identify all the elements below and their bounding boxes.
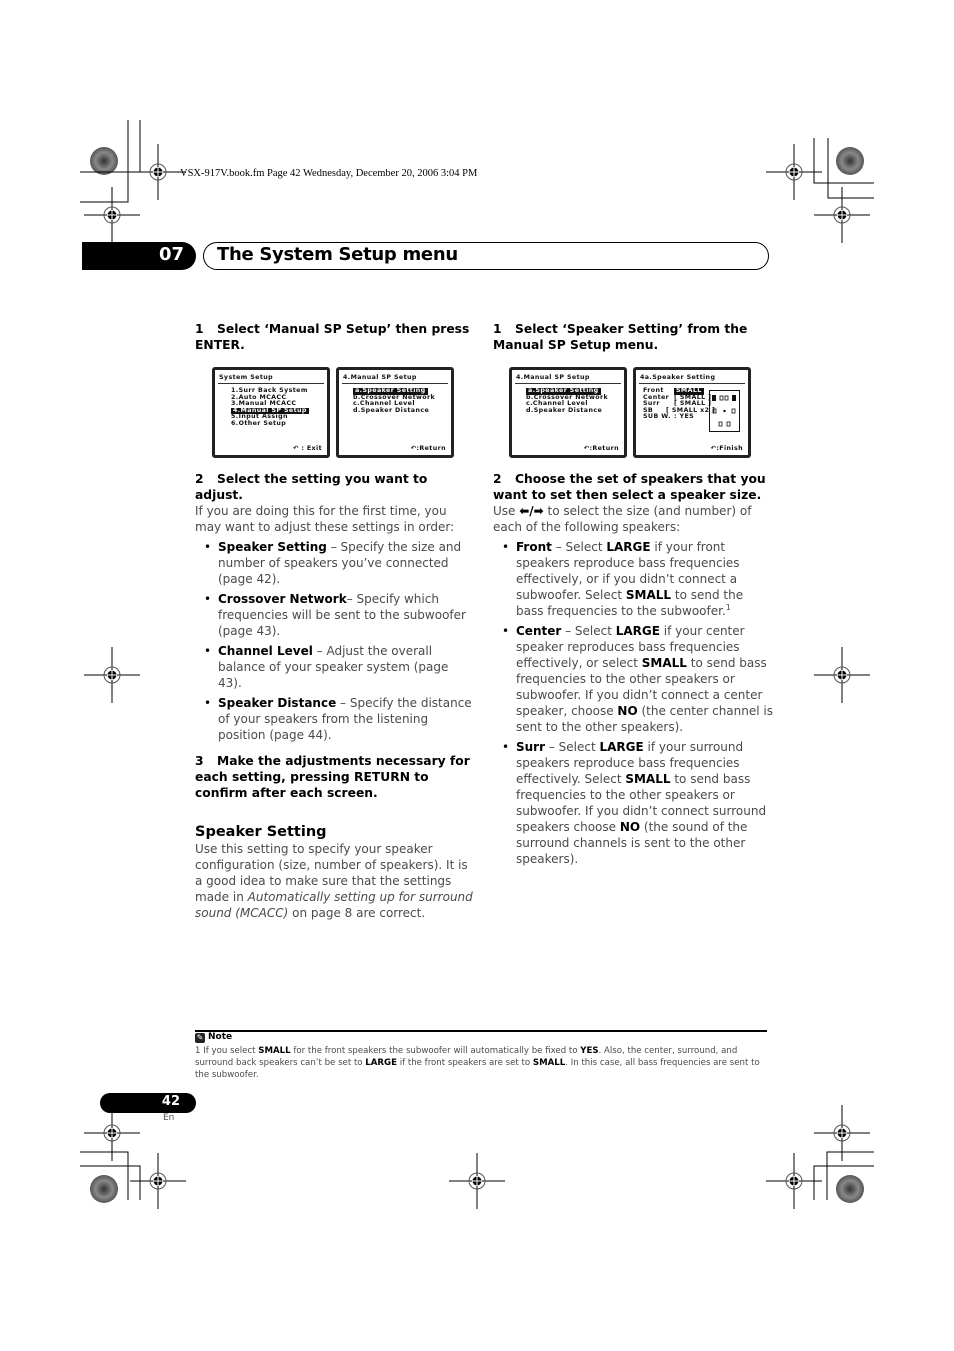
osd-divider xyxy=(639,383,745,384)
emphasis-text: NO xyxy=(617,704,638,718)
step-text: Choose the set of speakers that you want… xyxy=(493,472,766,502)
right-column-body: 2 Choose the set of speakers that you wan… xyxy=(493,471,773,867)
chapter-number: 07 xyxy=(158,244,184,265)
emphasis-text: SMALL xyxy=(532,1058,566,1068)
osd-manual-sp-setup-screen: 4.Manual SP Setup a.Speaker Setting b.Cro… xyxy=(509,367,627,458)
left-column-body: 2 Select the setting you want to adjust. … xyxy=(195,471,475,921)
note-divider xyxy=(195,1030,767,1032)
osd-divider xyxy=(515,383,621,384)
bullet-term: Crossover Network xyxy=(218,592,347,606)
step-1-right: 1 Select ‘Speaker Setting’ from the Manua… xyxy=(493,321,773,353)
osd-title: 4.Manual SP Setup xyxy=(516,374,590,381)
emphasis-text: LARGE xyxy=(365,1058,397,1068)
osd-divider xyxy=(218,383,324,384)
bullet-item: Surr – Select LARGE if your surround spe… xyxy=(493,739,773,867)
language-code: En xyxy=(163,1113,175,1123)
step-text: Select ‘Speaker Setting’ from the Manual… xyxy=(493,322,748,352)
emphasis-text: NO xyxy=(619,820,641,834)
step-2-right: 2 Choose the set of speakers that you wan… xyxy=(493,471,773,503)
emphasis-text: YES xyxy=(580,1046,599,1056)
print-slug: VSX-917V.book.fm Page 42 Wednesday, Dece… xyxy=(180,168,478,179)
emphasis-text: Front xyxy=(516,540,552,554)
osd-footer: ↶:Return xyxy=(410,445,446,452)
osd-menu-item: d.Speaker Distance xyxy=(526,406,603,414)
step-text: Select ‘Manual SP Setup’ then press ENTE… xyxy=(195,322,470,352)
body-text: on page 8 are correct. xyxy=(288,906,426,920)
note-title: Note xyxy=(208,1032,233,1042)
osd-row-value: : YES xyxy=(674,413,695,421)
bullet-item: Speaker Setting – Specify the size and n… xyxy=(195,539,475,587)
note-heading: ✎ Note xyxy=(195,1032,232,1043)
osd-title: 4a.Speaker Setting xyxy=(640,374,716,381)
chapter-title: The System Setup menu xyxy=(217,244,458,265)
body-text: 1 If you select xyxy=(195,1046,259,1056)
osd-title: System Setup xyxy=(219,374,274,381)
page-number-tab: 42 xyxy=(100,1093,196,1113)
step-number: 3 xyxy=(195,754,204,768)
body-text: if the front speakers are set to xyxy=(396,1058,533,1068)
osd-footer: ↶ : Exit xyxy=(293,445,322,452)
body-text: – Select xyxy=(545,740,600,754)
emphasis-text: SMALL xyxy=(625,772,671,786)
left-right-arrow-icon: ⬅/➡ xyxy=(519,504,544,518)
bullet-term: Speaker Setting xyxy=(218,540,327,554)
osd-manual-sp-setup-screen: 4.Manual SP Setup a.Speaker Setting b.Cro… xyxy=(336,367,454,458)
osd-footer: ↶:Finish xyxy=(710,445,743,452)
emphasis-text: LARGE xyxy=(606,540,651,554)
osd-speaker-setting-screen: 4a.Speaker Setting Front SMALL Center[ SMA… xyxy=(633,367,751,458)
chapter-title-box: The System Setup menu xyxy=(203,242,769,270)
step-number: 2 xyxy=(493,472,502,486)
speaker-bullet-list: Front – Select LARGE if your front speak… xyxy=(493,539,773,867)
speaker-layout-icon xyxy=(712,395,736,427)
emphasis-text: SMALL xyxy=(258,1046,291,1056)
registration-marks xyxy=(0,0,954,1351)
bullet-item: Center – Select LARGE if your center spe… xyxy=(493,623,773,735)
crop-marks-icon xyxy=(80,120,874,1210)
emphasis-text: SMALL xyxy=(641,656,687,670)
chapter-number-tab: 07 xyxy=(82,242,196,270)
osd-menu-item: d.Speaker Distance xyxy=(353,406,430,414)
emphasis-text: LARGE xyxy=(599,740,644,754)
step-2-intro: Use ⬅/➡ to select the size (and number) … xyxy=(493,503,773,535)
step-1-left: 1 Select ‘Manual SP Setup’ then press ENT… xyxy=(195,321,475,353)
settings-bullet-list: Speaker Setting – Specify the size and n… xyxy=(195,539,475,743)
emphasis-text: Surr xyxy=(516,740,546,754)
osd-title: 4.Manual SP Setup xyxy=(343,374,417,381)
step-2-left: 2 Select the setting you want to adjust. xyxy=(195,471,475,503)
emphasis-text: Center xyxy=(516,624,562,638)
step-text: Select the setting you want to adjust. xyxy=(195,472,428,502)
footnote-marker: 1 xyxy=(725,603,731,612)
speaker-layout-diagram xyxy=(709,390,740,432)
section-heading: Speaker Setting xyxy=(195,824,327,840)
step-text: Make the adjustments necessary for each … xyxy=(195,754,470,800)
step-number: 1 xyxy=(493,322,502,336)
bullet-item: Front – Select LARGE if your front speak… xyxy=(493,539,773,619)
bullet-item: Crossover Network– Specify which frequen… xyxy=(195,591,475,639)
osd-menu-item: 6.Other Setup xyxy=(231,420,287,427)
bullet-item: Channel Level – Adjust the overall balan… xyxy=(195,643,475,691)
emphasis-text: LARGE xyxy=(615,624,660,638)
pencil-note-icon: ✎ xyxy=(195,1033,205,1043)
body-text: Use xyxy=(493,504,520,518)
bullet-item: Speaker Distance – Specify the distance … xyxy=(195,695,475,743)
body-text: for the front speakers the subwoofer wil… xyxy=(290,1046,581,1056)
left-column: 1 Select ‘Manual SP Setup’ then press ENT… xyxy=(195,321,475,353)
emphasis-text: SMALL xyxy=(625,588,672,602)
step-2-intro: If you are doing this for the first time… xyxy=(195,504,455,534)
step-number: 1 xyxy=(195,322,204,336)
body-text: – Select xyxy=(551,540,607,554)
body-text: – Select xyxy=(561,624,616,638)
osd-footer: ↶:Return xyxy=(583,445,619,452)
step-3-left: 3 Make the adjustments necessary for each… xyxy=(195,753,475,801)
right-column: 1 Select ‘Speaker Setting’ from the Manua… xyxy=(493,321,773,353)
step-number: 2 xyxy=(195,472,204,486)
bullet-term: Speaker Distance xyxy=(218,696,337,710)
page-number: 42 xyxy=(161,1094,180,1109)
osd-system-setup-screen: System Setup 1.Surr Back System 2.Auto MC… xyxy=(212,367,330,458)
footnote-text: 1 If you select SMALL for the front spea… xyxy=(195,1045,770,1081)
section-body: Use this setting to specify your speaker… xyxy=(195,841,475,921)
osd-row-label: SUB W. xyxy=(643,413,671,421)
bullet-term: Channel Level xyxy=(218,644,313,658)
osd-divider xyxy=(342,383,448,384)
